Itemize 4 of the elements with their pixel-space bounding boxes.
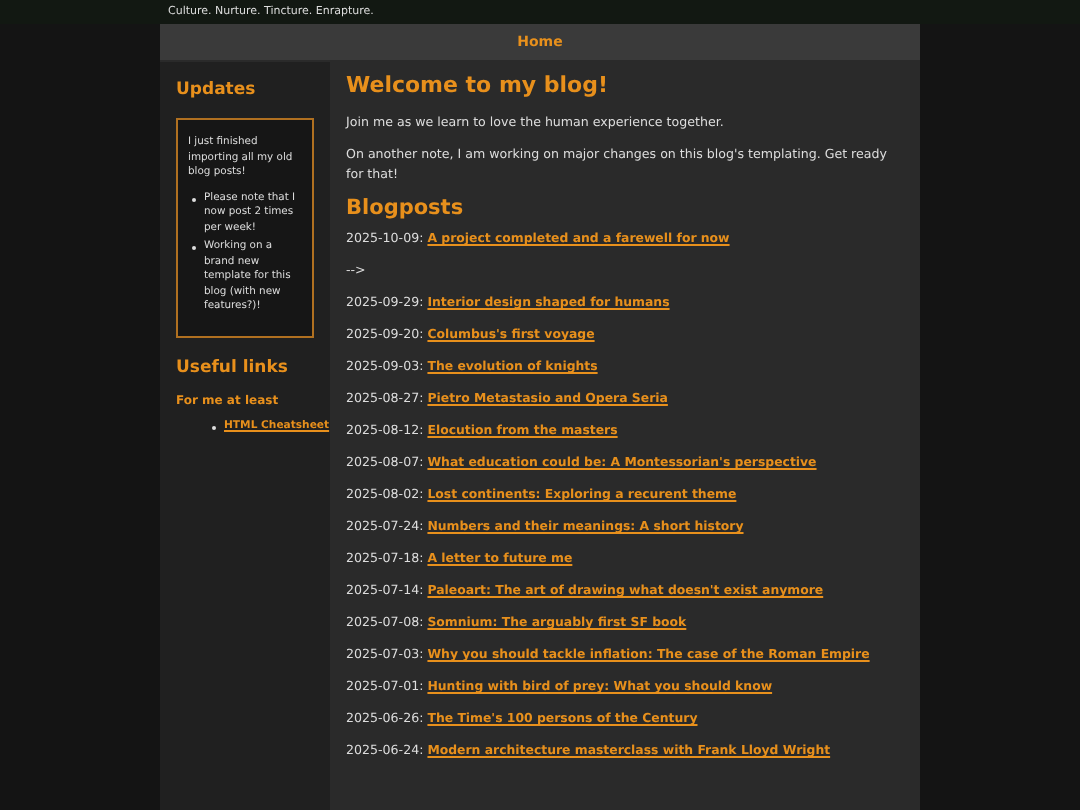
- sidebar-heading: Useful links: [176, 357, 290, 378]
- sidebar-heading: Updates: [176, 80, 258, 100]
- page-title: Welcome to my blog!: [346, 72, 611, 98]
- section-heading: Blogposts: [346, 196, 466, 221]
